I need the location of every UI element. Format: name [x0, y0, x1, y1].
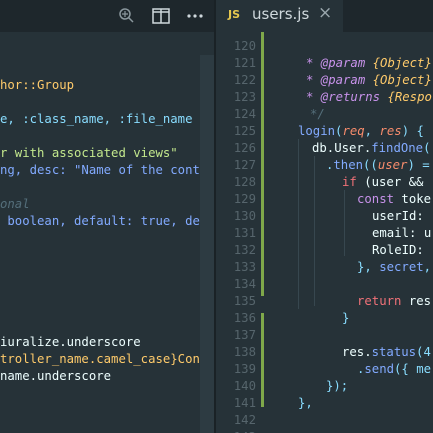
code-line: userId:: [372, 209, 432, 223]
code-line: },: [298, 396, 313, 410]
code-line: troller_name.camel_case}Contr: [0, 352, 215, 366]
code-line: r with associated views": [0, 146, 178, 160]
left-editor-pane: hor::Group e, :class_name, :file_name r …: [0, 0, 217, 433]
code-line: * @param {Object} re: [306, 56, 432, 70]
code-line: * @param {Object} re: [306, 73, 432, 87]
code-line: res.status(4: [342, 345, 431, 359]
code-line: hor::Group: [0, 78, 75, 92]
editor-window: hor::Group e, :class_name, :file_name r …: [0, 0, 433, 433]
indent-guide: [298, 139, 299, 309]
code-line: if (user &&: [342, 175, 424, 189]
right-code-area[interactable]: * @param {Object} re * @param {Object} r…: [216, 0, 433, 433]
code-line: name.underscore: [0, 369, 112, 383]
code-line: */: [310, 107, 325, 121]
code-line: * @returns {Respo: [306, 90, 432, 104]
code-line: db.User.findOne(: [312, 141, 431, 155]
git-change-indicator: [261, 313, 264, 407]
code-line: onal: [0, 197, 30, 211]
code-line: iuralize.underscore: [0, 335, 141, 349]
code-line: RoleID:: [372, 243, 432, 257]
code-line: boolean, default: true, desc: [0, 214, 215, 228]
left-scrollbar[interactable]: [200, 55, 214, 433]
code-line: });: [326, 379, 349, 393]
code-line: login(req, res) {: [298, 124, 424, 138]
code-line: ng, desc: "Name of the contro: [0, 163, 215, 177]
code-line: }, secret,: [357, 260, 432, 274]
indent-guide: [344, 190, 345, 256]
code-line: .send({ me: [357, 362, 432, 376]
code-line: }: [342, 311, 350, 325]
git-change-indicator: [261, 32, 264, 296]
code-line: email: u: [372, 226, 432, 240]
indent-guide: [314, 156, 315, 306]
code-line: e, :class_name, :file_name: [0, 112, 193, 126]
left-code-area[interactable]: hor::Group e, :class_name, :file_name r …: [0, 0, 217, 433]
code-line: return res: [357, 294, 432, 308]
right-editor-pane: JS users.js × 120 121 122 123 124 125 12…: [216, 0, 433, 433]
code-line: const toke: [357, 192, 432, 206]
code-line: .then((user) =: [326, 158, 430, 172]
